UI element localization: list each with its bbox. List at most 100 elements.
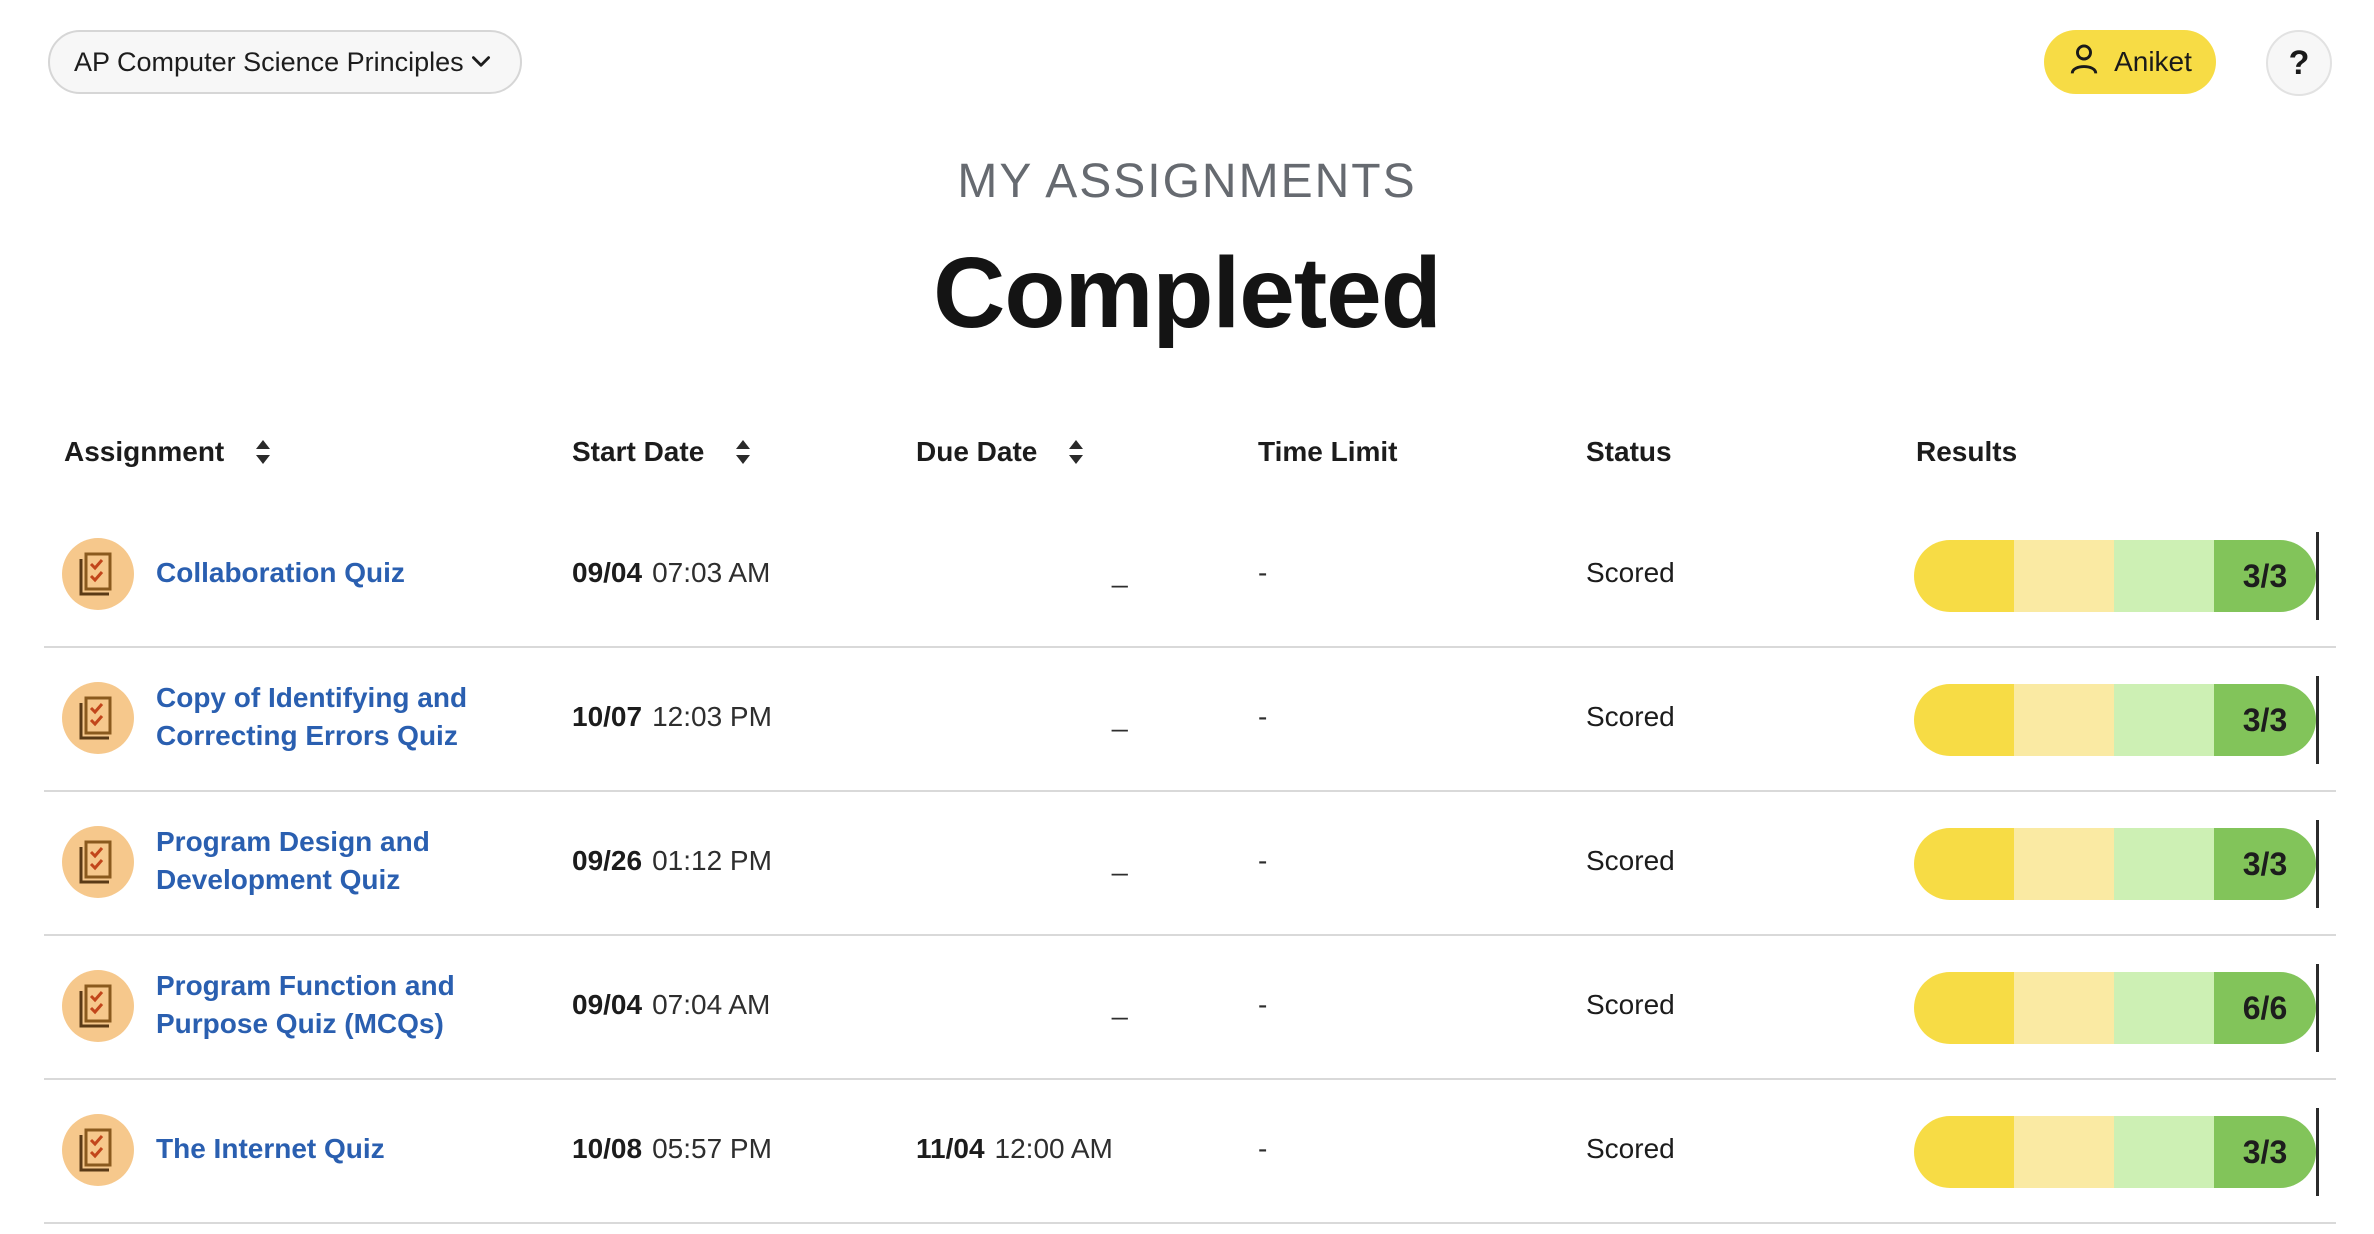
due-date: _ — [916, 790, 1128, 932]
result-marker — [2316, 820, 2319, 908]
due-date-placeholder: _ — [1112, 701, 1128, 732]
status-text: Scored — [1586, 845, 1675, 876]
assignment-link[interactable]: Program Design and Development Quiz — [156, 790, 546, 932]
result-bar[interactable]: 3/3 — [1914, 828, 2316, 900]
assignment-link[interactable]: Program Function and Purpose Quiz (MCQs) — [156, 934, 546, 1076]
result-bar-segment — [1914, 1116, 2014, 1188]
start-date-time: 05:57 PM — [652, 1133, 772, 1164]
column-header-status: Status — [1586, 432, 1672, 472]
start-date-time: 07:03 AM — [652, 557, 771, 588]
result-score: 3/3 — [2214, 1116, 2316, 1188]
due-date-placeholder: _ — [1112, 845, 1128, 876]
due-date-time: 12:00 AM — [994, 1133, 1113, 1164]
result-bar[interactable]: 3/3 — [1914, 1116, 2316, 1188]
start-date: 09/04 07:04 AM — [572, 934, 770, 1076]
result-score: 3/3 — [2214, 540, 2316, 612]
result-bar-segment — [2114, 828, 2214, 900]
course-selector-label: AP Computer Science Principles — [74, 46, 464, 77]
table-row[interactable]: Program Function and Purpose Quiz (MCQs)… — [44, 934, 2336, 1080]
result-bar-segment — [2114, 972, 2214, 1044]
due-date: _ — [916, 502, 1128, 644]
result-score: 3/3 — [2214, 828, 2316, 900]
table-row[interactable]: Program Design and Development Quiz 09/2… — [44, 790, 2336, 936]
due-date: _ — [916, 934, 1128, 1076]
table-row[interactable]: The Internet Quiz 10/08 05:57 PM 11/04 12:… — [44, 1078, 2336, 1224]
start-date-time: 12:03 PM — [652, 701, 772, 732]
table-row[interactable]: Copy of Identifying and Correcting Error… — [44, 646, 2336, 792]
start-date-time: 07:04 AM — [652, 989, 771, 1020]
time-limit: - — [1258, 1133, 1268, 1164]
time-limit: - — [1258, 989, 1268, 1020]
result-bar-segment — [2014, 540, 2114, 612]
user-menu-button[interactable]: Aniket — [2044, 30, 2216, 94]
quiz-checklist-icon — [62, 826, 134, 898]
result-bar[interactable]: 6/6 — [1914, 972, 2316, 1044]
result-bar-segment — [1914, 972, 2014, 1044]
quiz-checklist-icon — [62, 682, 134, 754]
column-header-assignment: Assignment — [64, 432, 272, 472]
quiz-checklist-icon — [62, 1114, 134, 1186]
result-score: 6/6 — [2214, 972, 2316, 1044]
due-date: 11/04 12:00 AM — [916, 1078, 1113, 1220]
result-bar-segment — [2114, 684, 2214, 756]
result-marker — [2316, 1108, 2319, 1196]
result-bar-segment — [2114, 1116, 2214, 1188]
result-score: 3/3 — [2214, 684, 2316, 756]
column-header-results: Results — [1916, 432, 2017, 472]
result-bar-segment — [2014, 684, 2114, 756]
result-bar-segment — [2014, 972, 2114, 1044]
result-bar-segment — [1914, 684, 2014, 756]
result-bar-segment — [2114, 540, 2214, 612]
status-text: Scored — [1586, 989, 1675, 1020]
table-row[interactable]: Collaboration Quiz 09/04 07:03 AM _ - Sco… — [44, 502, 2336, 648]
result-bar-segment — [1914, 828, 2014, 900]
start-date-day: 09/26 — [572, 845, 643, 876]
sort-icon[interactable] — [254, 437, 272, 467]
time-limit: - — [1258, 845, 1268, 876]
result-bar-segment — [2014, 1116, 2114, 1188]
result-marker — [2316, 964, 2319, 1052]
column-header-time-limit: Time Limit — [1258, 432, 1398, 472]
column-header-start-date-label: Start Date — [572, 436, 705, 467]
column-header-due-date-label: Due Date — [916, 436, 1038, 467]
user-name: Aniket — [2114, 46, 2192, 77]
start-date: 09/04 07:03 AM — [572, 502, 770, 644]
assignment-link[interactable]: Copy of Identifying and Correcting Error… — [156, 646, 546, 788]
result-bar[interactable]: 3/3 — [1914, 540, 2316, 612]
start-date-day: 09/04 — [572, 989, 643, 1020]
result-bar[interactable]: 3/3 — [1914, 684, 2316, 756]
column-header-due-date: Due Date — [916, 432, 1085, 472]
due-date: _ — [916, 646, 1128, 788]
start-date: 10/07 12:03 PM — [572, 646, 772, 788]
start-date-day: 10/07 — [572, 701, 643, 732]
due-date-day: 11/04 — [916, 1133, 985, 1164]
start-date-time: 01:12 PM — [652, 845, 772, 876]
sort-icon[interactable] — [1067, 437, 1085, 467]
user-icon — [2068, 42, 2100, 83]
status-text: Scored — [1586, 1133, 1675, 1164]
time-limit: - — [1258, 557, 1268, 588]
quiz-checklist-icon — [62, 970, 134, 1042]
start-date-day: 09/04 — [572, 557, 643, 588]
assignment-link[interactable]: Collaboration Quiz — [156, 502, 546, 644]
sort-icon[interactable] — [734, 437, 752, 467]
help-button[interactable]: ? — [2266, 30, 2332, 96]
column-header-status-label: Status — [1586, 436, 1672, 467]
result-bar-segment — [2014, 828, 2114, 900]
course-selector[interactable]: AP Computer Science Principles — [48, 30, 522, 94]
column-header-start-date: Start Date — [572, 432, 752, 472]
status-text: Scored — [1586, 557, 1675, 588]
result-bar-segment — [1914, 540, 2014, 612]
page-title: Completed — [933, 237, 1442, 349]
column-header-results-label: Results — [1916, 436, 2018, 467]
time-limit: - — [1258, 701, 1268, 732]
start-date: 10/08 05:57 PM — [572, 1078, 772, 1220]
status-text: Scored — [1586, 701, 1675, 732]
result-marker — [2316, 532, 2319, 620]
start-date: 09/26 01:12 PM — [572, 790, 772, 932]
assignment-link[interactable]: The Internet Quiz — [156, 1078, 546, 1220]
page-eyebrow: MY ASSIGNMENTS — [957, 155, 1417, 208]
column-header-time-limit-label: Time Limit — [1258, 436, 1398, 467]
result-marker — [2316, 676, 2319, 764]
start-date-day: 10/08 — [572, 1133, 643, 1164]
